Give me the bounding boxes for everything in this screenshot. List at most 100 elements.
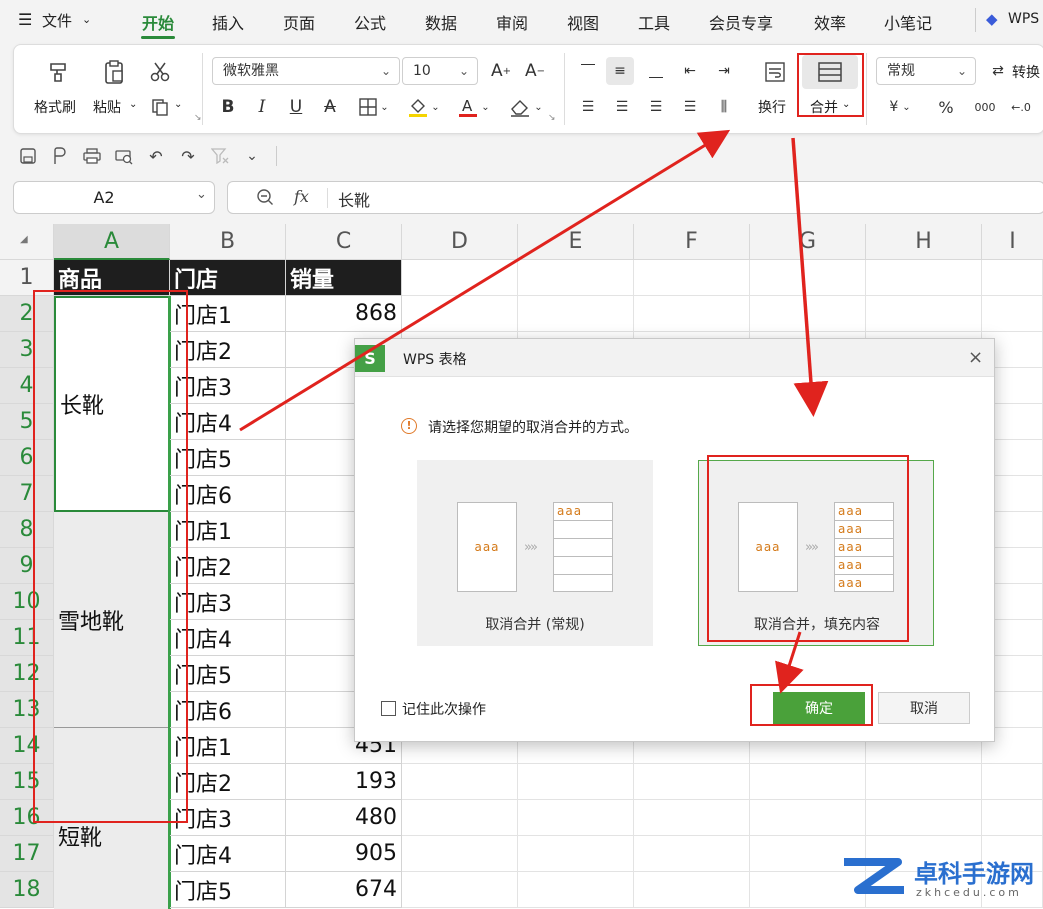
tab-insert[interactable]: 插入 [212, 10, 244, 34]
underline-button[interactable]: U [284, 95, 308, 119]
dialog-launcher-icon[interactable]: ↘ [548, 113, 556, 123]
tab-efficiency[interactable]: 效率 [814, 10, 846, 34]
store-cell[interactable]: 门店5 [170, 872, 286, 908]
empty-cell[interactable] [402, 764, 518, 800]
undo-icon[interactable]: ↶ [144, 144, 168, 168]
align-bottom-icon[interactable]: ⎽ [644, 59, 668, 83]
dialog-launcher-icon[interactable]: ↘ [194, 113, 202, 123]
tab-formula[interactable]: 公式 [354, 10, 386, 34]
increase-font-icon[interactable]: A + [488, 59, 514, 83]
zoom-icon[interactable] [256, 188, 276, 208]
column-header-f[interactable]: F [634, 224, 750, 260]
empty-cell[interactable] [518, 836, 634, 872]
hamburger-icon[interactable]: ☰ [18, 10, 32, 29]
sales-cell[interactable]: 674 [286, 872, 402, 908]
empty-cell[interactable] [982, 800, 1043, 836]
number-format-select[interactable]: 常规 ⌄ [876, 57, 976, 85]
option-unmerge-normal[interactable]: aaa »» aaa 取消合并 (常规) [417, 460, 653, 646]
tab-tools[interactable]: 工具 [638, 10, 670, 34]
formula-bar[interactable]: fx 长靴 [227, 181, 1043, 214]
chevron-down-icon[interactable]: ⌄ [196, 187, 207, 202]
currency-icon[interactable]: ¥ ⌄ [882, 95, 918, 119]
column-header-d[interactable]: D [402, 224, 518, 260]
empty-cell[interactable] [634, 800, 750, 836]
empty-cell[interactable] [518, 764, 634, 800]
remember-label[interactable]: 记住此次操作 [402, 699, 486, 719]
fill-color-icon[interactable]: ⌄ [406, 93, 442, 121]
distributed-align-icon[interactable]: ⫼ [712, 95, 736, 119]
align-left-icon[interactable]: ☰ [576, 95, 600, 119]
empty-cell[interactable] [982, 260, 1043, 296]
wrap-text-icon[interactable] [760, 57, 790, 87]
column-header-a[interactable]: A [54, 224, 170, 260]
empty-cell[interactable] [866, 800, 982, 836]
column-header-h[interactable]: H [866, 224, 982, 260]
column-header-c[interactable]: C [286, 224, 402, 260]
wrap-text-label[interactable]: 换行 [758, 97, 786, 117]
bold-button[interactable]: B [216, 95, 240, 119]
tab-home[interactable]: 开始 [142, 10, 174, 34]
tab-page[interactable]: 页面 [283, 10, 315, 34]
cut-icon[interactable] [144, 57, 176, 87]
empty-cell[interactable] [402, 836, 518, 872]
save-icon[interactable] [16, 144, 40, 168]
tab-review[interactable]: 审阅 [496, 10, 528, 34]
empty-cell[interactable] [518, 800, 634, 836]
wps-ai-icon[interactable]: ◆ [986, 10, 998, 28]
font-size-select[interactable]: 10 ⌄ [402, 57, 478, 85]
borders-icon[interactable]: ⌄ [356, 95, 392, 119]
column-header-g[interactable]: G [750, 224, 866, 260]
align-middle-icon[interactable]: ≡ [606, 57, 634, 85]
tab-notes[interactable]: 小笔记 [884, 10, 932, 34]
column-header-i[interactable]: I [982, 224, 1043, 260]
empty-cell[interactable] [750, 260, 866, 296]
empty-cell[interactable] [750, 296, 866, 332]
formula-value[interactable]: 长靴 [338, 187, 370, 211]
clear-format-icon[interactable]: ⌄ [506, 93, 546, 121]
empty-cell[interactable] [402, 296, 518, 332]
chevron-down-icon[interactable]: ⌄ [174, 99, 182, 110]
empty-cell[interactable] [518, 260, 634, 296]
copy-icon[interactable] [148, 95, 172, 119]
increase-indent-icon[interactable]: ⇥ [712, 59, 736, 83]
decrease-font-icon[interactable]: A − [522, 59, 548, 83]
empty-cell[interactable] [982, 296, 1043, 332]
row-header[interactable]: 17 [0, 836, 54, 872]
paste-icon[interactable] [98, 57, 130, 87]
paste-label[interactable]: 粘贴 [93, 97, 121, 117]
name-box[interactable]: A2 ⌄ [13, 181, 215, 214]
empty-cell[interactable] [402, 260, 518, 296]
decrease-indent-icon[interactable]: ⇤ [678, 59, 702, 83]
file-menu[interactable]: 文件 [42, 10, 72, 31]
empty-cell[interactable] [518, 296, 634, 332]
convert-label[interactable]: 转换 [1012, 62, 1040, 82]
align-right-icon[interactable]: ☰ [644, 95, 668, 119]
tab-member[interactable]: 会员专享 [709, 10, 773, 34]
column-header-e[interactable]: E [518, 224, 634, 260]
format-painter-icon[interactable] [42, 57, 74, 87]
format-painter-label[interactable]: 格式刷 [34, 97, 76, 117]
empty-cell[interactable] [634, 872, 750, 908]
empty-cell[interactable] [866, 764, 982, 800]
chevron-down-icon[interactable]: ⌄ [82, 13, 91, 26]
select-all-corner[interactable]: ◢ [0, 224, 54, 260]
tab-data[interactable]: 数据 [425, 10, 457, 34]
sales-cell[interactable]: 868 [286, 296, 402, 332]
row-header[interactable]: 18 [0, 872, 54, 908]
remember-checkbox[interactable] [381, 701, 396, 716]
chevron-down-icon[interactable]: ⌄ [129, 99, 137, 110]
align-center-icon[interactable]: ☰ [610, 95, 634, 119]
empty-cell[interactable] [982, 764, 1043, 800]
justify-icon[interactable]: ☰ [678, 95, 702, 119]
sales-cell[interactable]: 193 [286, 764, 402, 800]
close-icon[interactable]: × [968, 347, 983, 368]
empty-cell[interactable] [750, 764, 866, 800]
percent-button[interactable]: % [934, 95, 958, 119]
empty-cell[interactable] [634, 296, 750, 332]
chevron-down-icon[interactable]: ⌄ [240, 144, 264, 168]
strikethrough-icon[interactable]: A [318, 95, 342, 119]
thousands-separator-button[interactable]: 000 [970, 95, 1000, 119]
store-cell[interactable]: 门店4 [170, 836, 286, 872]
cancel-button[interactable]: 取消 [878, 692, 970, 724]
align-top-icon[interactable]: ⎺ [576, 59, 600, 83]
